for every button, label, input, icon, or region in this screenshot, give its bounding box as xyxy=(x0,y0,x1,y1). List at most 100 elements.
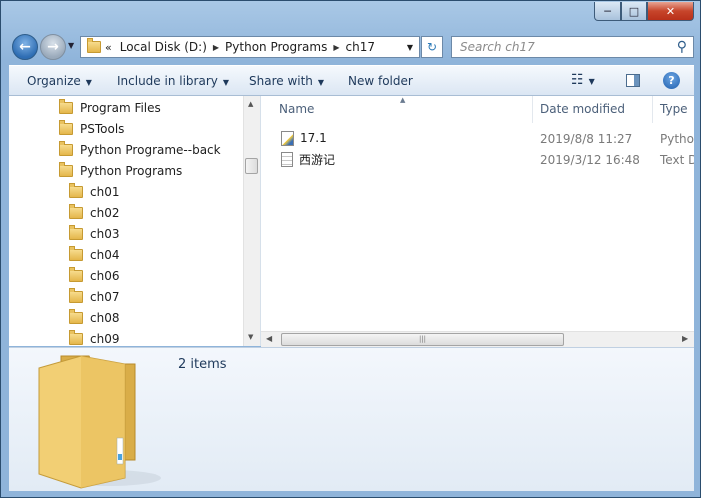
details-pane: 2 items xyxy=(9,347,694,491)
folder-icon xyxy=(69,182,83,198)
file-list-pane: ▲ Name Date modified Type 17.1 2019/8/8 … xyxy=(261,96,694,346)
address-dropdown-icon[interactable]: ▼ xyxy=(407,43,413,52)
share-with-button[interactable]: Share with ▼ xyxy=(249,74,324,88)
file-name: 西游记 xyxy=(299,152,336,167)
folder-icon xyxy=(69,287,83,303)
organize-label: Organize xyxy=(27,74,81,88)
recent-pages-dropdown[interactable]: ▼ xyxy=(68,41,74,50)
tree-item-python-programe-back[interactable]: Python Programe--back xyxy=(59,139,221,160)
file-list-scrollbar[interactable]: ◀ ||| ▶ xyxy=(261,331,694,348)
refresh-icon: ↻ xyxy=(426,40,438,54)
tree-item-label: Program Files xyxy=(80,100,161,115)
text-file-icon xyxy=(281,151,293,167)
search-input[interactable]: Search ch17 xyxy=(452,40,677,54)
tree-item-ch08[interactable]: ch08 xyxy=(69,307,119,328)
tree-item-ch04[interactable]: ch04 xyxy=(69,244,119,265)
tree-item-pstools[interactable]: PSTools xyxy=(59,118,124,139)
tree-item-ch06[interactable]: ch06 xyxy=(69,265,119,286)
file-row-xiyouji[interactable]: 西游记 xyxy=(281,149,335,169)
column-header-name[interactable]: Name xyxy=(279,102,314,116)
breadcrumb-python-programs[interactable]: Python Programs xyxy=(225,40,327,54)
forward-button[interactable]: → xyxy=(40,34,66,60)
item-count: 2 items xyxy=(178,357,227,372)
large-folder-icon xyxy=(38,355,161,489)
tree-item-label: ch04 xyxy=(90,247,120,262)
back-arrow-icon: ← xyxy=(19,39,31,55)
refresh-button[interactable]: ↻ xyxy=(421,36,443,58)
view-list-icon: ☷ xyxy=(571,72,584,88)
tree-item-ch07[interactable]: ch07 xyxy=(69,286,119,307)
tree-scrollbar[interactable]: ▲ ▼ xyxy=(243,96,260,346)
breadcrumb-overflow[interactable]: « xyxy=(105,41,112,54)
include-in-library-button[interactable]: Include in library ▼ xyxy=(117,74,229,88)
scroll-up-icon[interactable]: ▲ xyxy=(248,100,253,108)
scroll-right-icon[interactable]: ▶ xyxy=(682,334,688,343)
chevron-down-icon: ▼ xyxy=(317,78,325,87)
new-folder-button[interactable]: New folder xyxy=(348,74,413,88)
tree-item-ch09[interactable]: ch09 xyxy=(69,328,119,346)
scroll-left-icon[interactable]: ◀ xyxy=(266,334,272,343)
folder-icon xyxy=(59,119,73,135)
folder-icon xyxy=(69,266,83,282)
folder-icon xyxy=(59,98,73,114)
tree-item-label: Python Programs xyxy=(80,163,183,178)
file-type: Pytho xyxy=(660,132,694,146)
file-list-scroll-thumb[interactable]: ||| xyxy=(281,333,564,346)
tree-item-label: ch06 xyxy=(90,268,120,283)
tree-item-program-files[interactable]: Program Files xyxy=(59,97,161,118)
help-button[interactable]: ? xyxy=(663,72,680,89)
search-box[interactable]: Search ch17 ⚲ xyxy=(451,36,694,58)
folder-icon xyxy=(69,224,83,240)
command-bar: Organize ▼ Include in library ▼ Share with… xyxy=(9,65,694,96)
tree-item-ch01[interactable]: ch01 xyxy=(69,181,119,202)
chevron-down-icon: ▼ xyxy=(222,78,230,87)
preview-pane-icon xyxy=(634,75,639,86)
share-with-label: Share with xyxy=(249,74,313,88)
maximize-button[interactable]: □ xyxy=(621,2,647,21)
column-header-type[interactable]: Type xyxy=(660,102,688,116)
tree-item-label: PSTools xyxy=(80,121,125,136)
minimize-button[interactable]: ─ xyxy=(594,2,621,21)
tree-item-label: ch01 xyxy=(90,184,120,199)
sort-ascending-icon: ▲ xyxy=(400,96,406,104)
scroll-down-icon[interactable]: ▼ xyxy=(248,333,253,341)
file-date: 2019/3/12 16:48 xyxy=(540,153,640,167)
file-name: 17.1 xyxy=(300,131,327,145)
file-date: 2019/8/8 11:27 xyxy=(540,132,633,146)
folder-icon xyxy=(69,245,83,261)
file-row-17-1[interactable]: 17.1 xyxy=(281,128,327,148)
column-header-date-modified[interactable]: Date modified xyxy=(540,102,625,116)
folder-icon xyxy=(59,140,73,156)
folder-icon xyxy=(87,38,101,53)
change-view-button[interactable]: ☷ ▼ xyxy=(571,72,595,88)
search-icon[interactable]: ⚲ xyxy=(677,39,687,55)
tree-item-label: ch07 xyxy=(90,289,120,304)
navigation-pane: Program Files PSTools Python Programe--b… xyxy=(9,96,261,346)
breadcrumb-local-disk[interactable]: Local Disk (D:) xyxy=(120,40,207,54)
tree-item-label: ch09 xyxy=(90,331,120,346)
column-divider[interactable] xyxy=(532,96,533,123)
tree-item-ch03[interactable]: ch03 xyxy=(69,223,119,244)
back-button[interactable]: ← xyxy=(12,34,38,60)
organize-button[interactable]: Organize ▼ xyxy=(27,74,92,88)
tree-item-label: Python Programe--back xyxy=(80,142,221,157)
include-in-library-label: Include in library xyxy=(117,74,218,88)
breadcrumb-separator-icon[interactable]: ▶ xyxy=(213,43,219,52)
python-file-icon xyxy=(281,130,294,146)
breadcrumb-ch17[interactable]: ch17 xyxy=(346,40,375,54)
tree-scroll-thumb[interactable] xyxy=(245,158,258,174)
chevron-down-icon: ▼ xyxy=(85,78,92,87)
tree-item-label: ch02 xyxy=(90,205,120,220)
column-divider[interactable] xyxy=(652,96,653,123)
tree-item-label: ch08 xyxy=(90,310,120,325)
chevron-down-icon: ▼ xyxy=(588,77,595,86)
folder-icon xyxy=(59,161,73,177)
tree-item-ch02[interactable]: ch02 xyxy=(69,202,119,223)
address-bar[interactable]: « Local Disk (D:) ▶ Python Programs ▶ ch… xyxy=(80,36,420,58)
close-button[interactable]: ✕ xyxy=(647,2,694,21)
file-type: Text D xyxy=(660,153,694,167)
breadcrumb-separator-icon[interactable]: ▶ xyxy=(333,43,339,52)
folder-icon xyxy=(69,308,83,324)
preview-pane-button[interactable] xyxy=(626,74,640,87)
tree-item-python-programs[interactable]: Python Programs xyxy=(59,160,182,181)
